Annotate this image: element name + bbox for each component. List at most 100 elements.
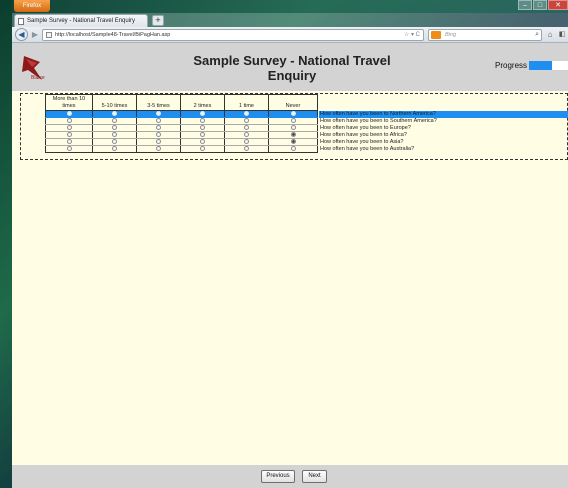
tab-label: Sample Survey - National Travel Enquiry xyxy=(27,18,136,24)
radio-cell xyxy=(224,110,269,118)
radio-button[interactable] xyxy=(112,111,117,117)
radio-button[interactable] xyxy=(66,132,72,138)
radio-button[interactable] xyxy=(244,111,249,117)
radio-button[interactable] xyxy=(112,146,117,152)
question-label: How often have you been to Africa? xyxy=(320,132,407,138)
radio-button[interactable] xyxy=(244,118,249,124)
radio-button[interactable] xyxy=(200,125,205,131)
maximize-icon[interactable]: □ xyxy=(533,0,547,10)
question-list: How often have you been to Northern Amer… xyxy=(319,111,568,153)
radio-cell xyxy=(224,131,269,139)
radio-button[interactable] xyxy=(112,132,117,138)
radio-cell xyxy=(92,131,137,139)
radio-button[interactable] xyxy=(156,118,161,124)
radio-cell xyxy=(92,110,137,118)
home-icon[interactable]: ⌂ xyxy=(545,29,555,41)
radio-button[interactable] xyxy=(290,132,296,138)
tab-survey[interactable]: Sample Survey - National Travel Enquiry xyxy=(14,14,148,27)
radio-cell xyxy=(136,131,181,139)
arrow-right-icon[interactable]: ▶ xyxy=(30,30,40,40)
radio-cell xyxy=(180,124,225,132)
radio-cell xyxy=(180,117,225,125)
radio-button[interactable] xyxy=(290,118,296,124)
question-label: How often have you been to Asia? xyxy=(320,139,404,145)
radio-button[interactable] xyxy=(200,132,205,138)
next-button[interactable]: Next xyxy=(302,470,327,483)
table-row xyxy=(45,131,318,139)
radio-button[interactable] xyxy=(156,132,161,138)
arrow-left-icon[interactable]: ◀ xyxy=(15,28,28,41)
page-icon xyxy=(18,18,24,25)
radio-cell xyxy=(136,117,181,125)
previous-button[interactable]: Previous xyxy=(261,470,295,483)
bing-icon[interactable] xyxy=(431,31,441,39)
radio-button[interactable] xyxy=(156,111,161,117)
progress-label: Progress xyxy=(495,61,528,70)
survey-header: Blaise Sample Survey - National Travel E… xyxy=(12,43,568,91)
minimize-icon[interactable]: – xyxy=(518,0,532,10)
close-icon[interactable]: ✕ xyxy=(548,0,568,10)
table-row xyxy=(45,117,318,125)
radio-button[interactable] xyxy=(112,125,117,131)
tab-strip: Sample Survey - National Travel Enquiry … xyxy=(12,13,568,27)
radio-button[interactable] xyxy=(66,146,72,152)
radio-button[interactable] xyxy=(290,139,296,145)
radio-button[interactable] xyxy=(200,118,205,124)
radio-button[interactable] xyxy=(66,118,72,124)
radio-button[interactable] xyxy=(244,132,249,138)
radio-button[interactable] xyxy=(200,111,205,117)
question-label: How often have you been to Australia? xyxy=(320,146,415,152)
radio-cell xyxy=(180,110,225,118)
radio-button[interactable] xyxy=(156,125,161,131)
column-header: 1 time xyxy=(224,94,269,111)
radio-cell xyxy=(136,110,181,118)
progress-bar xyxy=(529,61,568,70)
radio-cell xyxy=(268,124,318,132)
radio-cell xyxy=(268,145,318,153)
radio-button[interactable] xyxy=(200,139,205,145)
radio-button[interactable] xyxy=(156,139,161,145)
radio-button[interactable] xyxy=(112,118,117,124)
progress-fill xyxy=(529,61,553,70)
radio-button[interactable] xyxy=(244,125,249,131)
bookmark-reload-icons[interactable]: ☆ ▾ C xyxy=(404,30,420,40)
table-row xyxy=(45,110,318,118)
column-header: Never xyxy=(268,94,318,111)
radio-button[interactable] xyxy=(290,146,296,152)
radio-cell xyxy=(45,124,93,132)
table-row xyxy=(45,138,318,146)
new-tab-button[interactable]: + xyxy=(152,15,164,26)
radio-button[interactable] xyxy=(66,125,72,131)
radio-button[interactable] xyxy=(66,139,72,145)
page-title: Sample Survey - National Travel Enquiry xyxy=(193,53,391,83)
radio-cell xyxy=(45,110,93,118)
magnifier-icon[interactable]: ⌕ xyxy=(535,30,539,40)
toolbar-extra-icon[interactable]: ◧ xyxy=(557,29,567,41)
radio-cell xyxy=(92,117,137,125)
column-header: 5-10 times xyxy=(92,94,137,111)
logo-text: Blaise xyxy=(31,75,45,81)
radio-button[interactable] xyxy=(66,111,72,117)
url-text: http://localhost/Sample48-Travel/BiPagHa… xyxy=(55,32,171,38)
firefox-menu-button[interactable]: Firefox xyxy=(14,0,50,12)
radio-cell xyxy=(45,117,93,125)
url-bar[interactable]: http://localhost/Sample48-Travel/BiPagHa… xyxy=(42,29,424,41)
radio-cell xyxy=(136,124,181,132)
radio-button[interactable] xyxy=(156,146,161,152)
question-label: How often have you been to Europe? xyxy=(320,125,411,131)
radio-cell xyxy=(180,145,225,153)
radio-cell xyxy=(224,117,269,125)
radio-button[interactable] xyxy=(200,146,205,152)
search-input[interactable]: Bing ⌕ xyxy=(428,29,542,41)
radio-button[interactable] xyxy=(244,139,249,145)
radio-button[interactable] xyxy=(112,139,117,145)
radio-button[interactable] xyxy=(244,146,249,152)
radio-cell xyxy=(180,138,225,146)
question-label: How often have you been to Northern Amer… xyxy=(319,111,568,118)
radio-button[interactable] xyxy=(290,125,296,131)
answer-rows xyxy=(45,110,318,153)
radio-cell xyxy=(268,117,318,125)
answer-header-row: More than 10 times 5-10 times 3-5 times 2 t… xyxy=(45,94,318,111)
window-controls: – □ ✕ xyxy=(517,0,568,10)
radio-button[interactable] xyxy=(290,111,296,117)
